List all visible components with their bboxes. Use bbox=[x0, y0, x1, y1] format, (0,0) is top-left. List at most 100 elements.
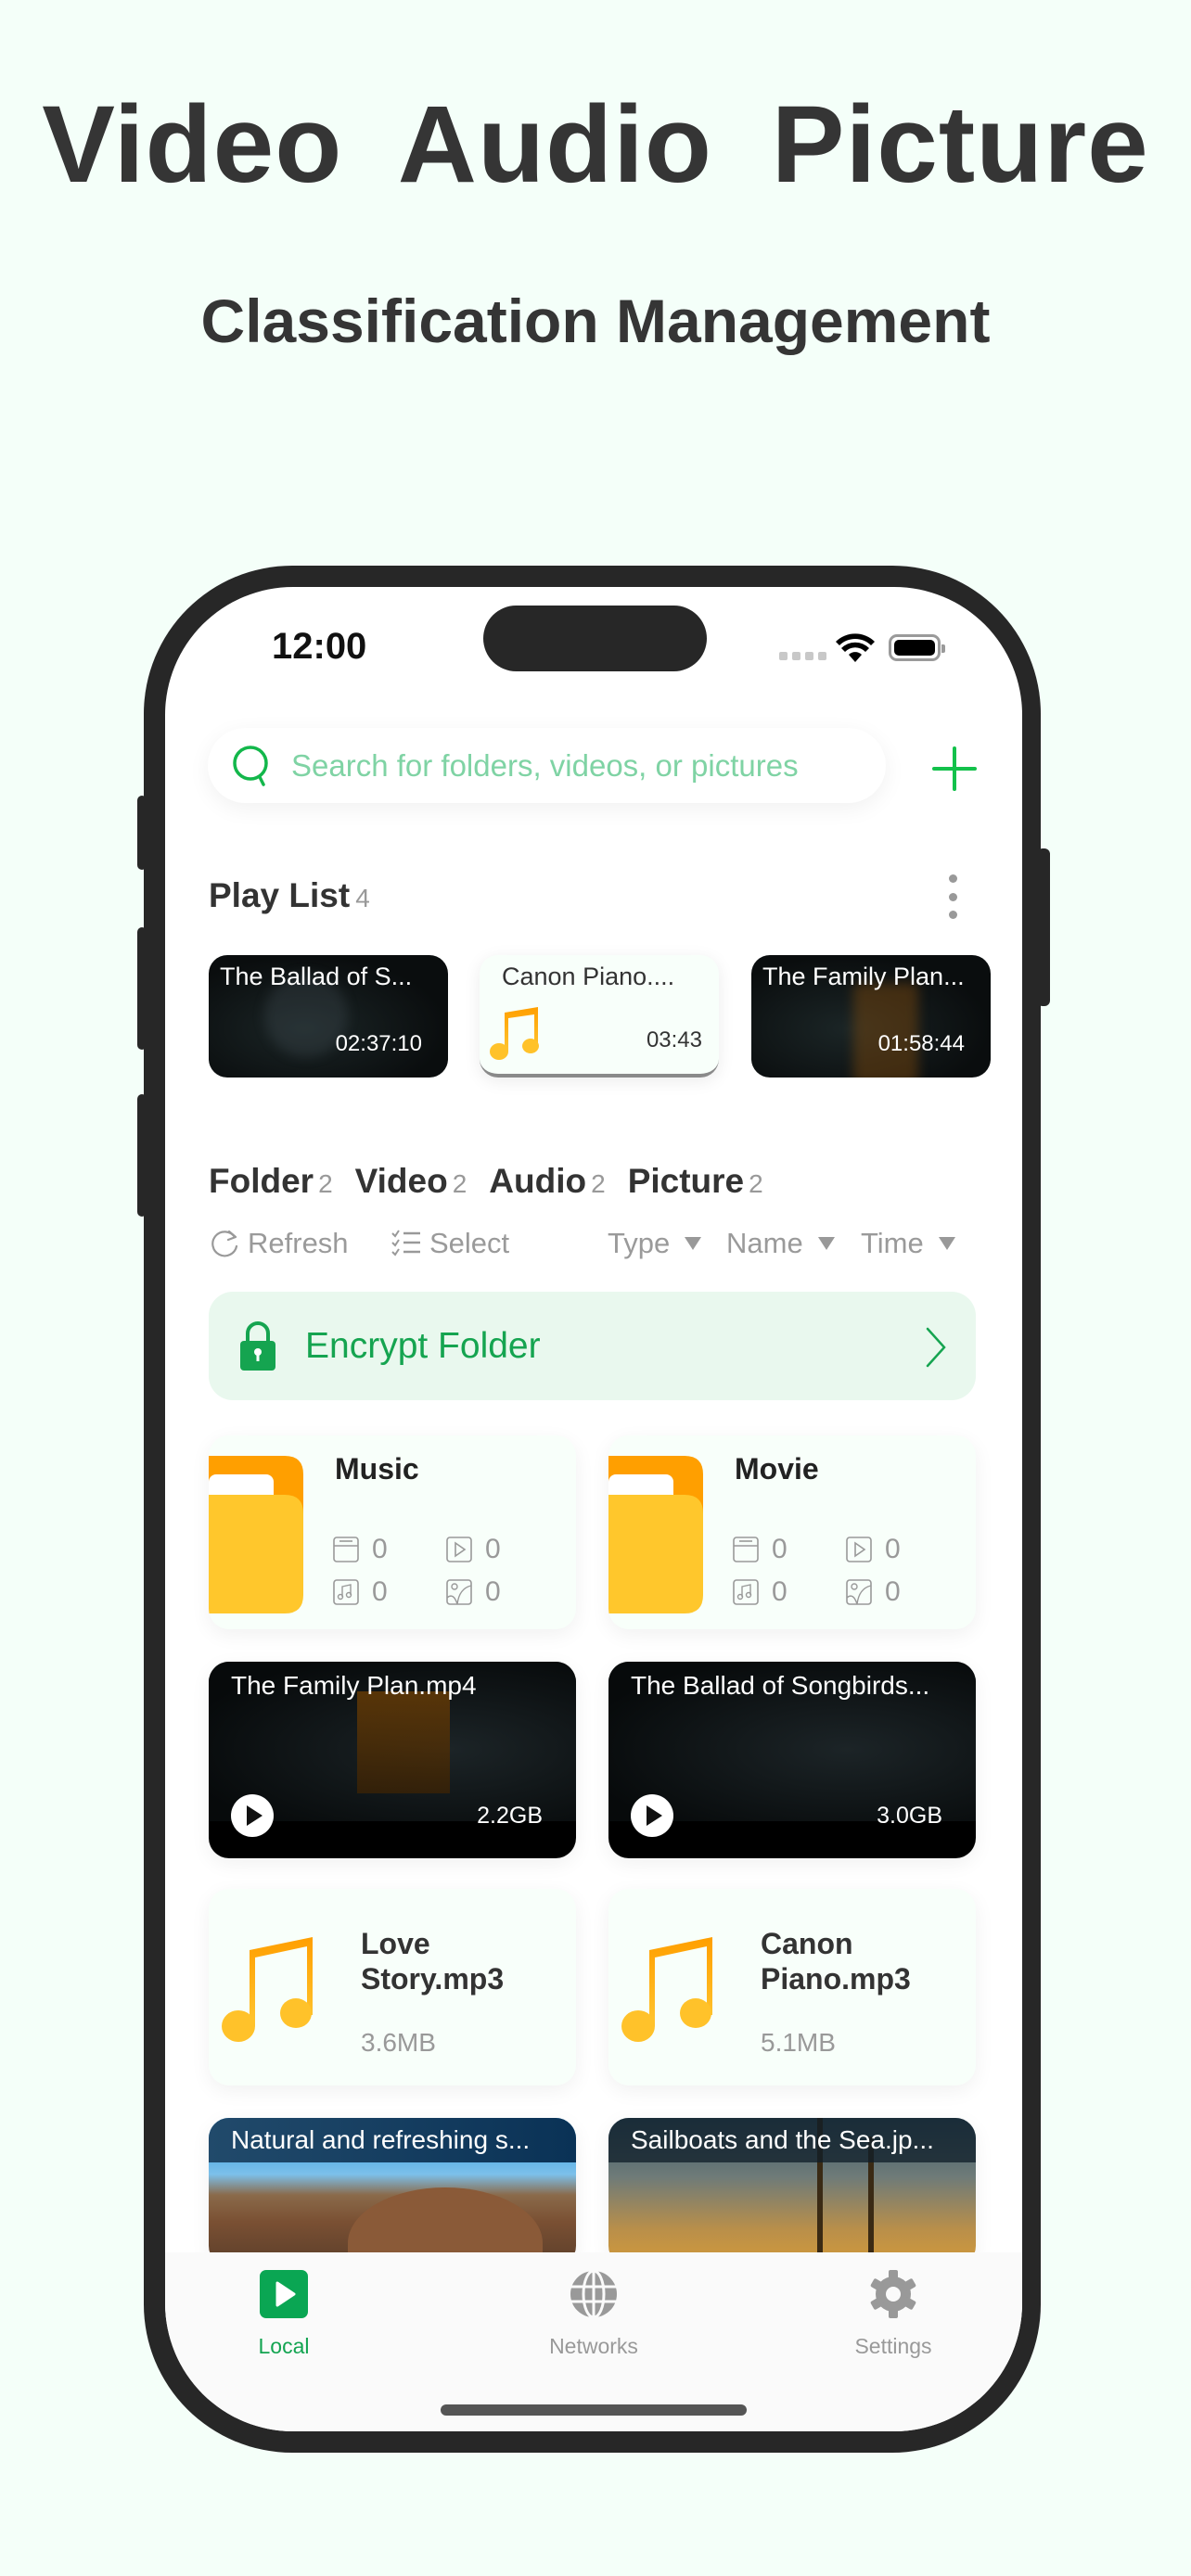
status-time: 12:00 bbox=[272, 626, 367, 667]
tab-audio[interactable]: Audio 2 bbox=[489, 1162, 605, 1201]
checklist-icon bbox=[391, 1230, 420, 1256]
encrypt-folder-row[interactable]: Encrypt Folder bbox=[209, 1292, 976, 1400]
tab-folder[interactable]: Folder 2 bbox=[209, 1162, 333, 1201]
picture-count: 0 bbox=[485, 1576, 501, 1607]
playlist-item[interactable]: The Family Plan... 01:58:44 bbox=[751, 955, 991, 1078]
home-indicator[interactable] bbox=[441, 2404, 747, 2416]
select-button[interactable]: Select bbox=[391, 1227, 509, 1260]
gear-icon bbox=[870, 2270, 916, 2318]
sort-type-dropdown[interactable]: Type bbox=[608, 1227, 702, 1260]
picture-count-stat: 0 bbox=[846, 1576, 901, 1608]
playlist-item-duration: 01:58:44 bbox=[877, 1031, 965, 1056]
encrypt-folder-label: Encrypt Folder bbox=[305, 1325, 541, 1366]
app-screen: 12:00 Search for folders, videos, or pic… bbox=[165, 587, 1022, 2431]
audio-outline-icon bbox=[733, 1579, 759, 1605]
video-card[interactable]: The Family Plan.mp4 2.2GB bbox=[209, 1662, 576, 1858]
more-options-icon[interactable] bbox=[943, 874, 962, 919]
folder-count-stat: 0 bbox=[333, 1534, 388, 1565]
folder-card[interactable]: Music 0 0 0 0 bbox=[209, 1435, 576, 1629]
folder-icon bbox=[608, 1456, 703, 1613]
video-count-stat: 0 bbox=[846, 1534, 901, 1565]
folder-outline-icon bbox=[733, 1537, 759, 1562]
playlist-header: Play List 4 bbox=[209, 876, 370, 915]
refresh-label: Refresh bbox=[248, 1227, 349, 1259]
video-count: 0 bbox=[885, 1534, 901, 1564]
list-toolbar: Refresh Select Type Name Time bbox=[209, 1227, 979, 1264]
sort-type-label: Type bbox=[608, 1227, 671, 1259]
video-title: The Family Plan.mp4 bbox=[231, 1671, 477, 1700]
refresh-icon bbox=[211, 1230, 238, 1257]
caret-down-icon bbox=[685, 1237, 702, 1250]
tabbar-local[interactable]: Local bbox=[219, 2269, 349, 2359]
tab-count: 2 bbox=[591, 1169, 606, 1198]
picture-outline-icon bbox=[846, 1579, 872, 1605]
sort-time-dropdown[interactable]: Time bbox=[861, 1227, 955, 1260]
video-outline-icon bbox=[846, 1537, 872, 1562]
picture-card[interactable]: Natural and refreshing s... bbox=[209, 2118, 576, 2266]
folder-name: Music bbox=[335, 1452, 419, 1486]
tab-picture[interactable]: Picture 2 bbox=[628, 1162, 763, 1201]
playlist-item[interactable]: The Ballad of S... 02:37:10 bbox=[209, 955, 448, 1078]
dynamic-island bbox=[483, 606, 707, 671]
folder-count-stat: 0 bbox=[733, 1534, 788, 1565]
playlist-count: 4 bbox=[355, 884, 370, 912]
audio-size: 3.6MB bbox=[361, 2028, 436, 2057]
music-note-icon bbox=[222, 1937, 313, 2042]
tabbar-label: Local bbox=[258, 2334, 310, 2358]
audio-count: 0 bbox=[772, 1576, 788, 1607]
video-count-stat: 0 bbox=[446, 1534, 501, 1565]
picture-outline-icon bbox=[446, 1579, 472, 1605]
tabbar-label: Networks bbox=[549, 2334, 638, 2358]
tab-label: Video bbox=[354, 1162, 448, 1200]
tab-label: Audio bbox=[489, 1162, 587, 1200]
audio-count-stat: 0 bbox=[733, 1576, 788, 1608]
sort-time-label: Time bbox=[861, 1227, 924, 1259]
search-icon bbox=[233, 745, 268, 786]
sort-name-dropdown[interactable]: Name bbox=[726, 1227, 835, 1260]
picture-card[interactable]: Sailboats and the Sea.jp... bbox=[608, 2118, 976, 2266]
wifi-icon bbox=[836, 633, 875, 662]
audio-title: Canon Piano.mp3 bbox=[761, 1927, 911, 1996]
search-placeholder: Search for folders, videos, or pictures bbox=[291, 747, 799, 783]
folder-card[interactable]: Movie 0 0 0 0 bbox=[608, 1435, 976, 1629]
select-label: Select bbox=[429, 1227, 510, 1259]
music-note-icon bbox=[621, 1937, 712, 2042]
video-size: 3.0GB bbox=[877, 1803, 942, 1829]
folder-outline-icon bbox=[333, 1537, 359, 1562]
search-input[interactable]: Search for folders, videos, or pictures bbox=[208, 728, 886, 803]
cellular-signal-icon bbox=[779, 652, 826, 660]
local-play-icon bbox=[260, 2270, 308, 2318]
tab-video[interactable]: Video 2 bbox=[355, 1162, 467, 1201]
tab-count: 2 bbox=[318, 1169, 333, 1198]
video-title: The Ballad of Songbirds... bbox=[631, 1671, 930, 1700]
video-outline-icon bbox=[446, 1537, 472, 1562]
promo-subline: Classification Management bbox=[200, 287, 991, 355]
add-button[interactable] bbox=[932, 746, 977, 791]
playlist-item-title: Canon Piano.... bbox=[502, 963, 675, 990]
play-icon[interactable] bbox=[231, 1794, 274, 1837]
globe-icon bbox=[570, 2269, 617, 2319]
playlist-item-title: The Ballad of S... bbox=[220, 963, 413, 990]
audio-card[interactable]: Love Story.mp3 3.6MB bbox=[209, 1889, 576, 2085]
folder-icon bbox=[209, 1456, 303, 1613]
picture-title: Natural and refreshing s... bbox=[231, 2125, 531, 2154]
video-count: 0 bbox=[485, 1534, 501, 1564]
folder-name: Movie bbox=[735, 1452, 819, 1486]
tabbar-label: Settings bbox=[854, 2334, 932, 2358]
playlist-item[interactable]: Canon Piano.... 03:43 bbox=[480, 955, 719, 1078]
audio-card[interactable]: Canon Piano.mp3 5.1MB bbox=[608, 1889, 976, 2085]
play-icon[interactable] bbox=[631, 1794, 673, 1837]
caret-down-icon bbox=[817, 1237, 835, 1250]
video-card[interactable]: The Ballad of Songbirds... 3.0GB bbox=[608, 1662, 976, 1858]
picture-count: 0 bbox=[885, 1576, 901, 1607]
picture-count-stat: 0 bbox=[446, 1576, 501, 1608]
tab-count: 2 bbox=[749, 1169, 763, 1198]
refresh-button[interactable]: Refresh bbox=[209, 1227, 349, 1260]
bottom-tab-bar: Local Networks Settings bbox=[165, 2252, 1022, 2431]
tabbar-settings[interactable]: Settings bbox=[828, 2269, 958, 2359]
playlist-title: Play List bbox=[209, 876, 351, 914]
tabbar-networks[interactable]: Networks bbox=[529, 2269, 659, 2359]
sort-name-label: Name bbox=[726, 1227, 803, 1259]
folder-count: 0 bbox=[772, 1534, 788, 1564]
picture-title: Sailboats and the Sea.jp... bbox=[631, 2125, 934, 2154]
